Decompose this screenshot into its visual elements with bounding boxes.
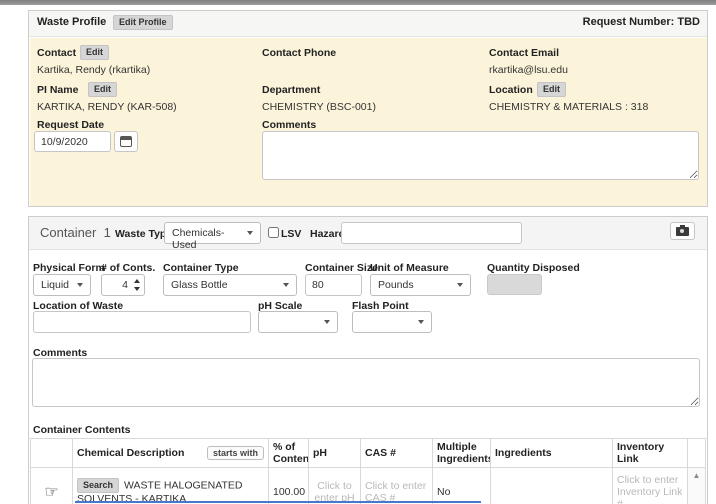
pct-content-cell[interactable]: 100.00 [269, 468, 309, 504]
container-title: Container 1 [40, 225, 111, 240]
window-top-strip [0, 0, 716, 5]
ingredients-cell[interactable] [491, 468, 613, 504]
location-value: CHEMISTRY & MATERIALS : 318 [489, 101, 648, 113]
inventory-link-placeholder: Click to enter Inventory Link # [617, 474, 682, 504]
spinner-down-icon[interactable] [134, 287, 140, 291]
num-conts-value: 4 [122, 279, 128, 291]
request-date-label: Request Date [37, 119, 104, 131]
pct-content-header: % of Content [269, 439, 309, 468]
scroll-up-icon[interactable]: ▲ [693, 470, 701, 504]
container-contents-table: Chemical Description starts with % of Co… [30, 438, 706, 504]
unit-of-measure-label: Unit of Measure [370, 262, 449, 274]
qty-disposed-input [487, 274, 542, 295]
container-comments-textarea[interactable] [32, 358, 700, 407]
department-label: Department [262, 84, 320, 96]
physical-form-label: Physical Form [33, 262, 105, 274]
profile-comments-label: Comments [262, 119, 316, 131]
lsv-checkbox[interactable] [268, 227, 279, 238]
ph-cell[interactable]: Click to enter pH [309, 468, 361, 504]
ph-placeholder: Click to enter pH [314, 480, 354, 504]
physical-form-select[interactable]: Liquid [33, 274, 91, 296]
chevron-down-icon [418, 320, 424, 324]
container-size-input[interactable] [305, 274, 362, 296]
ingredients-header: Ingredients [491, 439, 613, 468]
physical-form-value: Liquid [41, 279, 69, 291]
contact-label: Contact [37, 47, 76, 59]
edit-profile-button[interactable]: Edit Profile [113, 15, 173, 30]
page-title: Waste Profile [37, 16, 106, 28]
cas-cell[interactable]: Click to enter CAS # [361, 468, 433, 504]
unit-of-measure-value: Pounds [378, 279, 414, 291]
num-conts-label: # of Conts. [101, 262, 155, 274]
contact-email-value: rkartika@lsu.edu [489, 64, 568, 76]
inventory-link-cell[interactable]: Click to enter Inventory Link # [613, 468, 688, 504]
container-type-value: Glass Bottle [171, 279, 228, 291]
container-contents-label: Container Contents [33, 424, 130, 436]
row-focus-underline [75, 501, 481, 503]
pi-name-label: PI Name [37, 84, 78, 96]
table-header-row: Chemical Description starts with % of Co… [31, 439, 706, 468]
row-selector-header [31, 439, 73, 468]
waste-profile-page: Waste Profile Edit Profile Request Numbe… [0, 0, 716, 504]
multiple-ingredients-header: Multiple Ingredients [433, 439, 491, 468]
starts-with-button[interactable]: starts with [207, 446, 264, 460]
unit-of-measure-select[interactable]: Pounds [370, 274, 471, 296]
request-date-input[interactable] [34, 131, 111, 152]
contact-edit-button[interactable]: Edit [80, 45, 109, 60]
photo-button[interactable] [670, 222, 695, 240]
spinner-up-icon[interactable] [134, 279, 140, 283]
pi-edit-button[interactable]: Edit [88, 82, 117, 97]
row-pointer-cell[interactable]: ☞ [31, 468, 73, 504]
qty-disposed-label: Quantity Disposed [487, 262, 580, 274]
chevron-down-icon [247, 231, 253, 235]
scrollbar-header-cell [688, 439, 706, 468]
camera-icon [676, 227, 689, 236]
container-type-select[interactable]: Glass Bottle [163, 274, 297, 296]
chevron-down-icon [457, 283, 463, 287]
table-row: ☞ SearchWASTE HALOGENATED SOLVENTS - KAR… [31, 468, 706, 504]
contact-phone-label: Contact Phone [262, 47, 336, 59]
multiple-ingredients-cell[interactable]: No [433, 468, 491, 504]
waste-type-select[interactable]: Chemicals-Used [164, 222, 261, 244]
chemical-description-header-label: Chemical Description [77, 447, 184, 459]
container-size-label: Container Size [305, 262, 378, 274]
search-button[interactable]: Search [77, 478, 119, 493]
hazards-input[interactable] [341, 222, 522, 244]
inventory-link-header: Inventory Link [613, 439, 688, 468]
date-picker-button[interactable] [114, 131, 138, 152]
location-of-waste-input[interactable] [33, 311, 251, 333]
chevron-down-icon [324, 320, 330, 324]
chevron-down-icon [77, 283, 83, 287]
location-edit-button[interactable]: Edit [537, 82, 566, 97]
container-type-label: Container Type [163, 262, 239, 274]
flash-point-select[interactable] [352, 311, 432, 333]
calendar-icon [120, 136, 132, 147]
container-number: 1 [104, 225, 111, 240]
request-number: Request Number: TBD [583, 16, 700, 28]
lsv-label: LSV [281, 228, 301, 240]
department-value: CHEMISTRY (BSC-001) [262, 101, 376, 113]
ph-header: pH [309, 439, 361, 468]
chemical-description-cell[interactable]: SearchWASTE HALOGENATED SOLVENTS - KARTI… [73, 468, 269, 504]
contact-email-label: Contact Email [489, 47, 559, 59]
cas-header: CAS # [361, 439, 433, 468]
chevron-down-icon [283, 283, 289, 287]
pi-name-value: KARTIKA, RENDY (KAR-508) [37, 101, 177, 113]
num-conts-stepper[interactable]: 4 [101, 274, 145, 296]
container-title-text: Container [40, 225, 96, 240]
cas-placeholder: Click to enter CAS # [365, 480, 426, 504]
pointing-hand-icon: ☞ [35, 482, 68, 502]
chemical-description-header: Chemical Description starts with [73, 439, 269, 468]
location-label: Location [489, 84, 533, 96]
profile-comments-textarea[interactable] [262, 131, 699, 180]
ph-scale-select[interactable] [258, 311, 338, 333]
table-scrollbar[interactable]: ▲ [688, 468, 706, 504]
contact-value: Kartika, Rendy (rkartika) [37, 64, 150, 76]
